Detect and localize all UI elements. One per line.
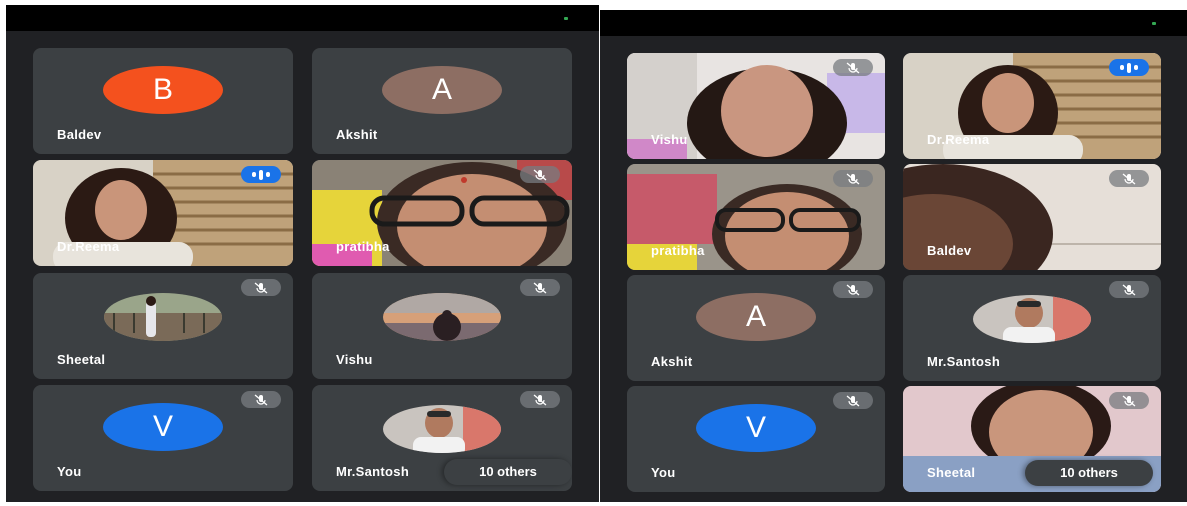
right-meeting-screen: Vishu Dr.Reema pratibha Baldev A Akshit …	[600, 10, 1187, 502]
mic-off-icon	[241, 279, 281, 296]
status-bar	[6, 5, 599, 31]
participant-name: Dr.Reema	[57, 239, 120, 254]
avatar: V	[696, 404, 816, 452]
participant-tile-dr-reema[interactable]: Dr.Reema	[33, 160, 293, 266]
participant-name: Sheetal	[57, 352, 106, 367]
mic-off-icon	[520, 279, 560, 296]
mic-off-icon	[241, 391, 281, 408]
status-indicator	[564, 17, 568, 20]
mic-off-icon	[1109, 281, 1149, 298]
mic-off-icon	[520, 391, 560, 408]
participant-tile-akshit[interactable]: A Akshit	[312, 48, 572, 154]
participant-name: Vishu	[336, 352, 373, 367]
participant-tile-vishu[interactable]: Vishu	[312, 273, 572, 379]
participant-tile-mr-santosh[interactable]: Mr.Santosh	[903, 275, 1161, 381]
avatar: B	[103, 66, 223, 114]
participant-name: You	[57, 464, 82, 479]
mic-off-icon	[1109, 170, 1149, 187]
avatar: V	[103, 403, 223, 451]
participant-tile-sheetal[interactable]: Sheetal 10 others	[903, 386, 1161, 492]
mic-off-icon	[520, 166, 560, 183]
participant-tile-baldev[interactable]: B Baldev	[33, 48, 293, 154]
avatar: A	[382, 66, 502, 114]
participant-tile-baldev[interactable]: Baldev	[903, 164, 1161, 270]
participant-name: Akshit	[336, 127, 378, 142]
mic-off-icon	[833, 59, 873, 76]
participant-name: Sheetal	[927, 465, 976, 480]
mic-off-icon	[1109, 392, 1149, 409]
audio-level-icon	[241, 166, 281, 183]
participant-name: Akshit	[651, 354, 693, 369]
participant-tile-sheetal[interactable]: Sheetal	[33, 273, 293, 379]
avatar	[383, 293, 501, 341]
avatar: A	[696, 293, 816, 341]
participant-tile-you[interactable]: V You	[33, 385, 293, 491]
participant-name: pratibha	[336, 239, 390, 254]
participant-name: Mr.Santosh	[927, 354, 1001, 369]
participant-tile-vishu[interactable]: Vishu	[627, 53, 885, 159]
participant-name: Dr.Reema	[927, 132, 990, 147]
status-indicator	[1152, 22, 1156, 25]
audio-level-icon	[1109, 59, 1149, 76]
participant-name: Vishu	[651, 132, 688, 147]
avatar	[973, 295, 1091, 343]
mic-off-icon	[833, 170, 873, 187]
others-button[interactable]: 10 others	[1025, 460, 1153, 486]
avatar	[383, 405, 501, 453]
left-meeting-screen: B Baldev A Akshit Dr.Reema pratibha Shee…	[6, 5, 599, 502]
participant-name: You	[651, 465, 676, 480]
participant-tile-pratibha[interactable]: pratibha	[312, 160, 572, 266]
mic-off-icon	[833, 281, 873, 298]
participant-tile-pratibha[interactable]: pratibha	[627, 164, 885, 270]
mic-off-icon	[833, 392, 873, 409]
participant-name: Baldev	[57, 127, 102, 142]
avatar	[104, 293, 222, 341]
participant-name: pratibha	[651, 243, 705, 258]
participant-tile-akshit[interactable]: A Akshit	[627, 275, 885, 381]
participant-tile-dr-reema[interactable]: Dr.Reema	[903, 53, 1161, 159]
status-bar	[600, 10, 1187, 36]
participant-name: Baldev	[927, 243, 972, 258]
participant-tile-mr-santosh[interactable]: Mr.Santosh 10 others	[312, 385, 572, 491]
participant-name: Mr.Santosh	[336, 464, 410, 479]
others-button[interactable]: 10 others	[444, 459, 572, 485]
participant-tile-you[interactable]: V You	[627, 386, 885, 492]
